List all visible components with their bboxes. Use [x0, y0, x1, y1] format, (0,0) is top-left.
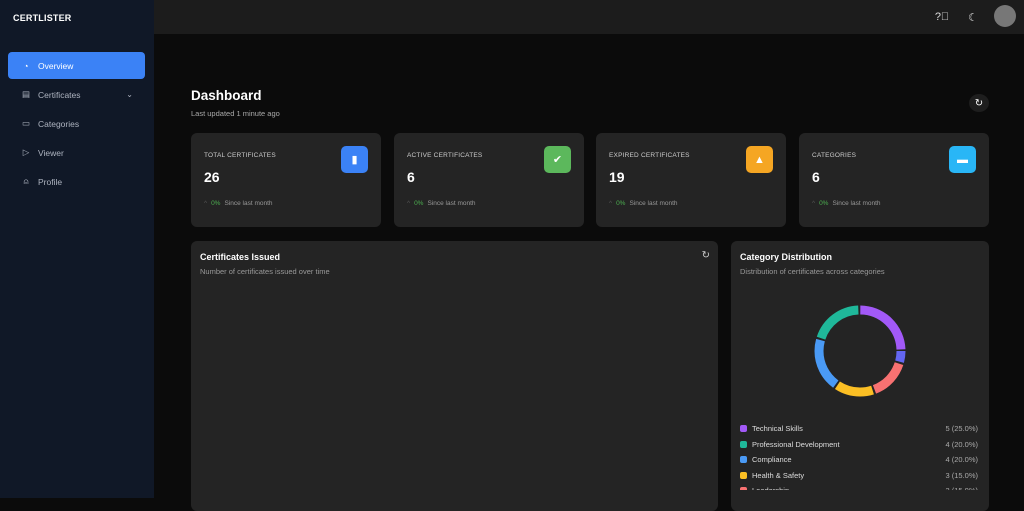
arrow-up-icon: ^: [812, 200, 816, 207]
legend-count: 3 (15.0%): [945, 470, 978, 480]
stat-change: ^ 0% Since last month: [204, 200, 273, 207]
legend-item: Health & Safety 3 (15.0%): [740, 468, 978, 484]
sidebar-item-label: Viewer: [38, 147, 64, 158]
stat-change: ^ 0% Since last month: [407, 200, 476, 207]
moon-icon[interactable]: ☾: [963, 7, 983, 27]
change-percent: 0%: [211, 200, 221, 207]
legend-count: 4 (20.0%): [945, 439, 978, 449]
sidebar-item-label: Overview: [38, 60, 74, 71]
arrow-up-icon: ^: [204, 200, 208, 207]
change-label: Since last month: [224, 200, 273, 207]
certificates-issued-panel: Certificates Issued Number of certificat…: [191, 241, 718, 511]
stat-card: ACTIVE CERTIFICATES 6 ^ 0% Since last mont…: [394, 133, 584, 227]
legend-label: Technical Skills: [752, 424, 803, 434]
pie-chart-icon: ◔: [23, 60, 29, 71]
arrow-up-icon: ^: [609, 200, 613, 207]
stat-change: ^ 0% Since last month: [609, 200, 678, 207]
legend-swatch: [740, 471, 747, 479]
legend-label: Professional Development: [752, 439, 840, 449]
legend-item: Technical Skills 5 (25.0%): [740, 421, 978, 437]
stat-value: 26: [204, 169, 220, 185]
legend-item: Compliance 4 (20.0%): [740, 452, 978, 468]
legend: Technical Skills 5 (25.0%) Professional De…: [740, 421, 978, 490]
panel-title: Category Distribution: [740, 252, 833, 262]
stat-label: TOTAL CERTIFICATES: [204, 152, 276, 159]
stat-card: CATEGORIES 6 ^ 0% Since last month ▬: [799, 133, 989, 227]
play-icon: ▷: [22, 147, 30, 157]
change-label: Since last month: [427, 200, 476, 207]
user-icon: ⍝: [23, 176, 29, 186]
stat-card: EXPIRED CERTIFICATES 19 ^ 0% Since last mo…: [596, 133, 786, 227]
legend-swatch: [740, 440, 747, 448]
folder-icon: ▬: [949, 146, 976, 173]
change-percent: 0%: [414, 200, 424, 207]
stat-value: 6: [407, 169, 415, 185]
donut-chart: [814, 305, 906, 397]
change-percent: 0%: [819, 200, 829, 207]
stat-value: 6: [812, 169, 820, 185]
panel-subtitle: Number of certificates issued over time: [200, 267, 330, 276]
legend-item: Professional Development 4 (20.0%): [740, 437, 978, 453]
legend-swatch: [740, 456, 747, 464]
sidebar: CERTLISTER ◔ Overview ▤ Certificates ⌄ ▭ Cat…: [0, 0, 154, 498]
stat-change: ^ 0% Since last month: [812, 200, 881, 207]
help-icon[interactable]: ?⃝: [932, 7, 952, 27]
stat-label: CATEGORIES: [812, 152, 857, 159]
sidebar-item-label: Categories: [38, 118, 80, 129]
legend-item: Leadership 3 (15.0%): [740, 483, 978, 490]
legend-label: Health & Safety: [752, 470, 805, 480]
folder-icon: ▭: [21, 118, 31, 128]
legend-count: 4 (20.0%): [945, 455, 978, 465]
change-percent: 0%: [616, 200, 626, 207]
sidebar-item-viewer[interactable]: ▷ Viewer: [8, 139, 145, 166]
sidebar-item-overview[interactable]: ◔ Overview: [8, 52, 145, 79]
page-title: Dashboard: [191, 88, 262, 103]
sidebar-item-label: Profile: [38, 176, 63, 187]
category-distribution-panel: Category Distribution Distribution of ce…: [731, 241, 989, 511]
legend-swatch: [740, 425, 747, 433]
panel-title: Certificates Issued: [200, 252, 281, 262]
sidebar-item-label: Certificates: [38, 89, 81, 100]
check-circle-icon: ✔: [544, 146, 571, 173]
avatar[interactable]: [994, 5, 1016, 27]
stat-value: 19: [609, 169, 625, 185]
stat-label: ACTIVE CERTIFICATES: [407, 152, 483, 159]
top-bar: ?⃝ ☾: [154, 0, 1024, 34]
sidebar-item-categories[interactable]: ▭ Categories: [8, 110, 145, 137]
refresh-icon[interactable]: ↻: [702, 250, 710, 261]
sidebar-item-certificates[interactable]: ▤ Certificates ⌄: [8, 81, 145, 108]
brand-logo: CERTLISTER: [13, 13, 72, 23]
document-icon: ▮: [341, 146, 368, 173]
change-label: Since last month: [832, 200, 881, 207]
chevron-down-icon: ⌄: [126, 90, 133, 99]
warning-icon: ▲: [746, 146, 773, 173]
legend-count: 3 (15.0%): [945, 486, 978, 490]
legend-count: 5 (25.0%): [945, 424, 978, 434]
legend-label: Compliance: [752, 455, 792, 465]
legend-label: Leadership: [752, 486, 789, 490]
certificate-icon: ▤: [21, 89, 31, 99]
change-label: Since last month: [629, 200, 678, 207]
refresh-button[interactable]: ↻: [969, 94, 989, 112]
stat-label: EXPIRED CERTIFICATES: [609, 152, 690, 159]
last-updated: Last updated 1 minute ago: [191, 109, 280, 118]
stat-card: TOTAL CERTIFICATES 26 ^ 0% Since last mont…: [191, 133, 381, 227]
legend-swatch: [740, 487, 747, 490]
arrow-up-icon: ^: [407, 200, 411, 207]
sidebar-item-profile[interactable]: ⍝ Profile: [8, 168, 145, 195]
panel-subtitle: Distribution of certificates across cate…: [740, 267, 885, 276]
